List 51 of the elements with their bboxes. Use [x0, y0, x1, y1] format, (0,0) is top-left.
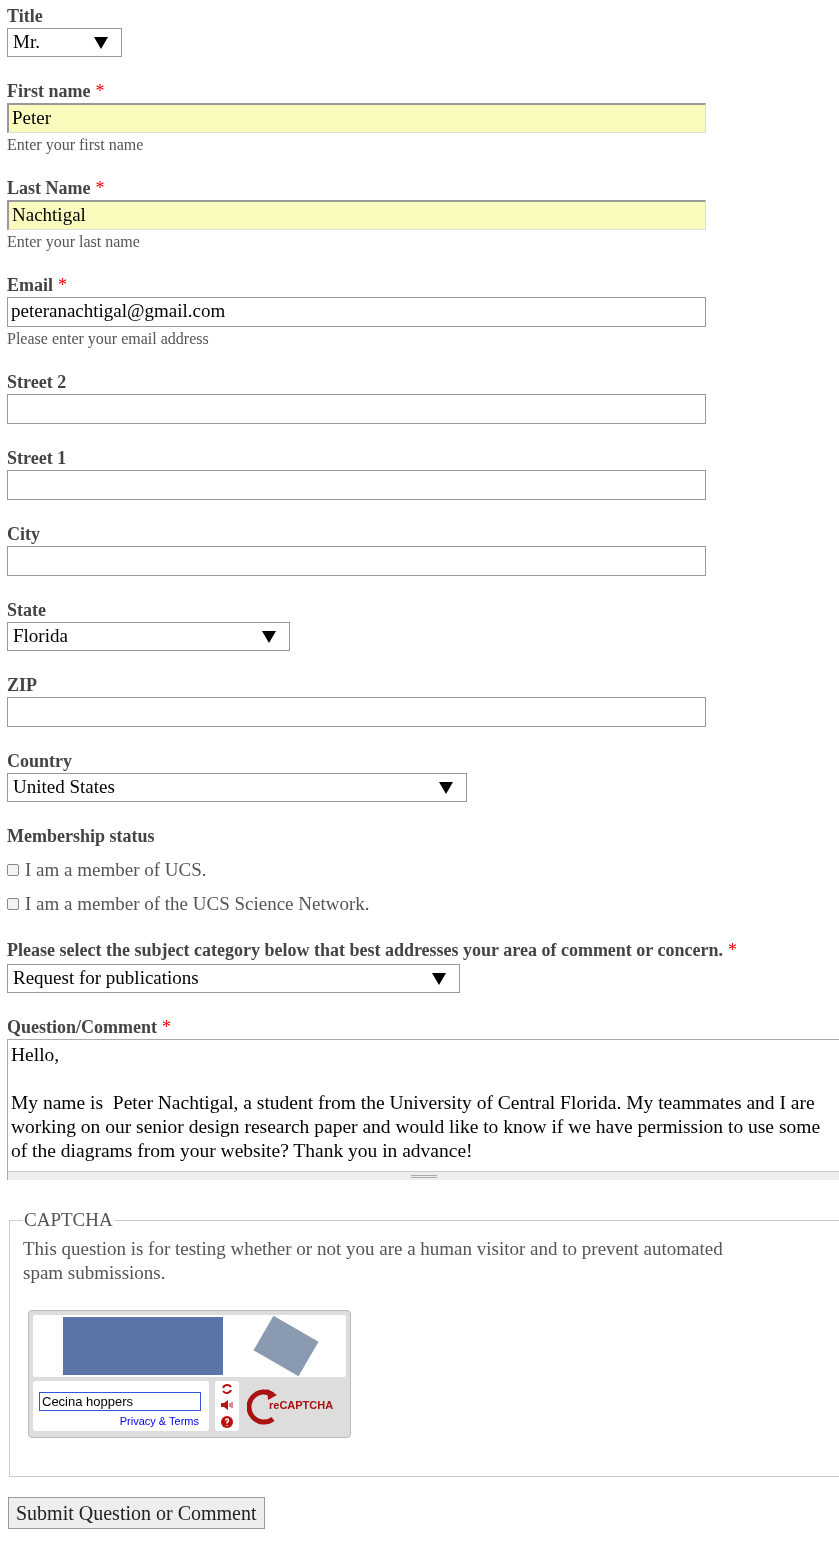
field-label: Country	[7, 751, 72, 771]
text-field[interactable]: Peter	[7, 103, 706, 133]
field-label: City	[7, 524, 40, 544]
text-field[interactable]	[7, 470, 706, 500]
field-label: Membership status	[7, 826, 155, 846]
text-field[interactable]: peteranachtigal@gmail.com	[7, 297, 706, 327]
dropdown-select[interactable]: United States	[7, 773, 467, 802]
required-asterisk: *	[95, 81, 105, 101]
field-label: State	[7, 600, 46, 620]
dropdown-arrow-icon	[262, 630, 276, 643]
refresh-icon[interactable]	[221, 1383, 233, 1396]
dropdown-arrow-icon	[94, 36, 108, 49]
text-field[interactable]	[7, 546, 706, 576]
checkbox-label: I am a member of the UCS Science Network.	[25, 891, 370, 916]
field-label: Title	[7, 6, 43, 26]
resize-grip-icon[interactable]	[410, 1174, 437, 1178]
captcha-answer-field[interactable]: Cecina hoppers	[39, 1391, 201, 1411]
field-hint: Please enter your email address	[7, 329, 210, 350]
field-hint: Enter your first name	[7, 135, 145, 156]
dropdown-select[interactable]: Florida	[7, 622, 290, 651]
required-asterisk: *	[95, 178, 105, 198]
checkbox[interactable]	[7, 864, 19, 876]
text-field[interactable]	[7, 697, 706, 727]
recaptcha-logo-text: reCAPTCHA	[269, 1398, 334, 1414]
required-asterisk: *	[58, 275, 67, 295]
dropdown-arrow-icon	[439, 781, 453, 794]
checkbox-label: I am a member of UCS.	[25, 857, 207, 882]
dropdown-select[interactable]: Mr.	[7, 28, 122, 57]
captcha-legend: CAPTCHA	[23, 1206, 114, 1235]
field-label: Last Name	[7, 178, 91, 198]
checkbox[interactable]	[7, 898, 19, 910]
dropdown-arrow-icon	[432, 972, 446, 985]
field-label: First name	[7, 81, 91, 101]
captcha-description: This question is for testing whether or not you are a human visitor and to prevent automated spam submissions.	[23, 1236, 724, 1285]
dropdown-select[interactable]: Request for publications	[7, 964, 460, 993]
help-icon[interactable]	[221, 1415, 233, 1428]
field-label: ZIP	[7, 675, 37, 695]
field-label: Question/Comment	[7, 1017, 157, 1037]
field-label: Street 1	[7, 448, 67, 468]
text-field[interactable]: Nachtigal	[7, 200, 706, 230]
field-label: Please select the subject category below that best addresses your area of comment or concern.	[7, 940, 723, 960]
text-area[interactable]: Hello, My name is Peter Nachtigal, a student from the University of Central Florida. My teammates and I are working on our senior design research paper and would like to know if we have permission to use some of the diagrams from your website? Thank you in advance!	[7, 1039, 839, 1180]
text-field[interactable]	[7, 394, 706, 424]
required-asterisk: *	[728, 940, 737, 960]
privacy-terms-link[interactable]: Privacy & Terms	[119, 1412, 199, 1429]
required-asterisk: *	[162, 1017, 171, 1037]
speaker-icon[interactable]	[221, 1400, 233, 1411]
field-label: Street 2	[7, 372, 67, 392]
field-label: Email	[7, 275, 53, 295]
field-hint: Enter your last name	[7, 232, 141, 253]
submit-button[interactable]: Submit Question or Comment	[8, 1497, 265, 1529]
